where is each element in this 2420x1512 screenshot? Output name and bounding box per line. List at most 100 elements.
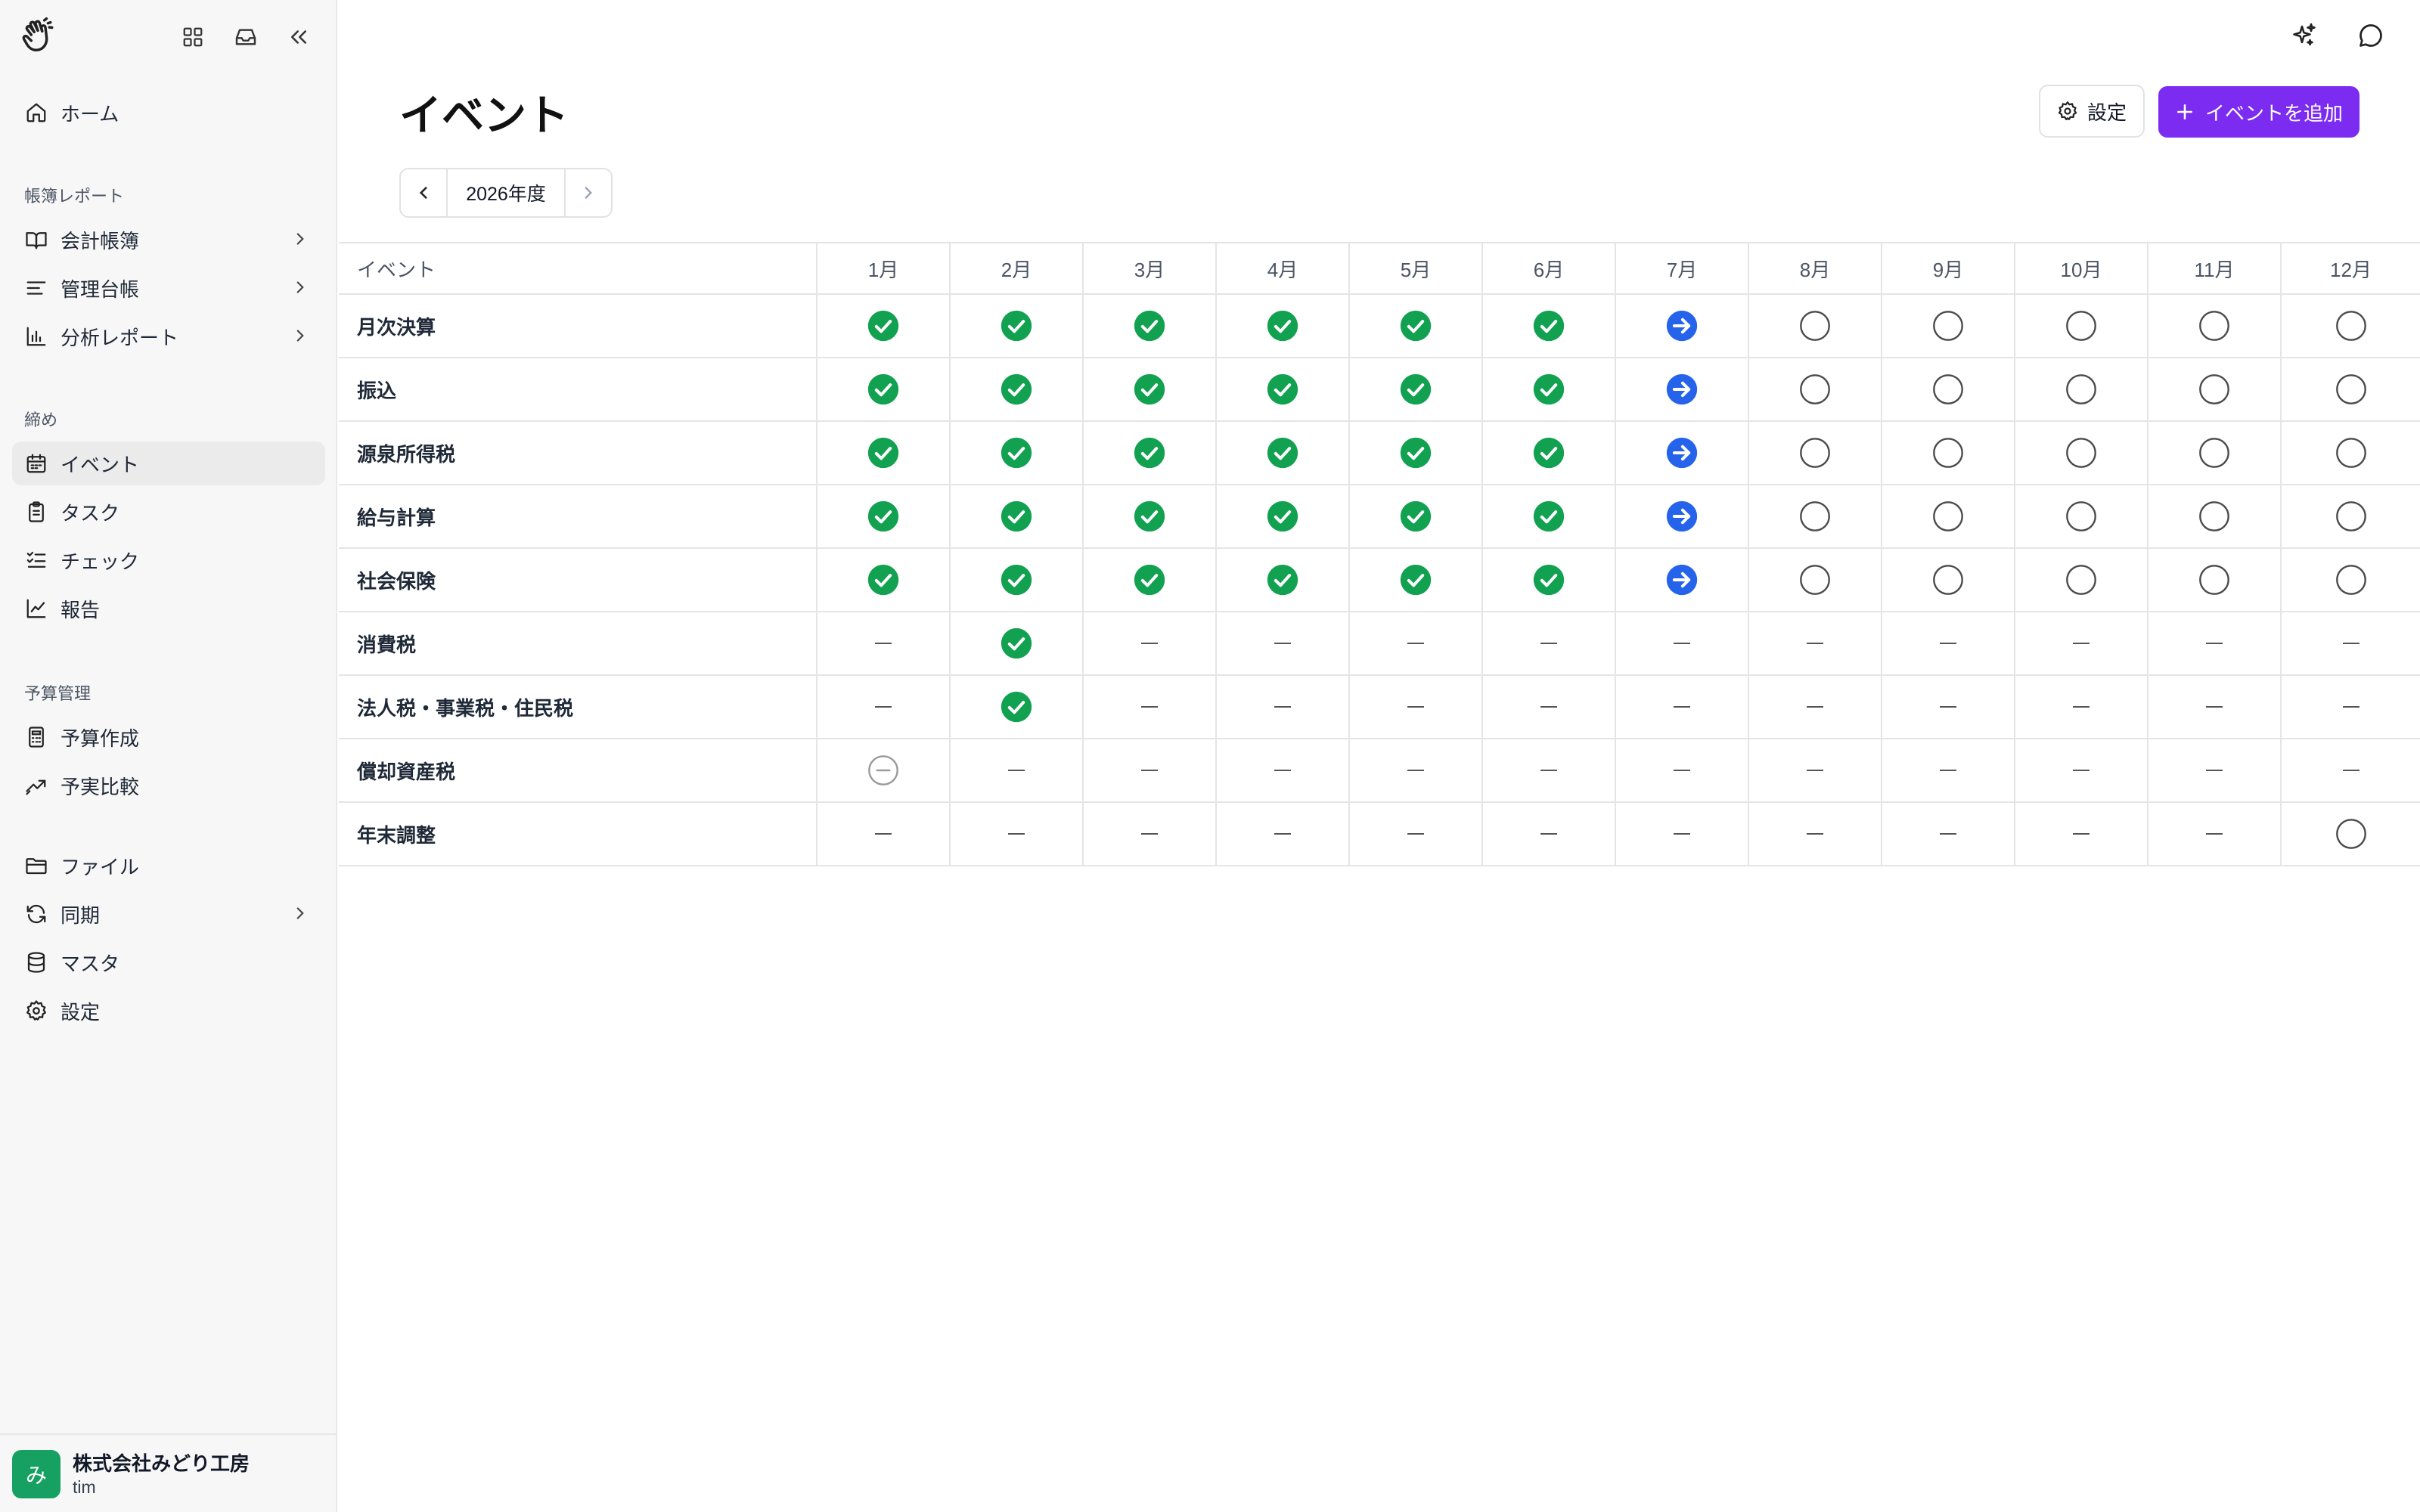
sidebar-item-budget-create[interactable]: 予算作成: [12, 715, 325, 759]
check-circle-icon[interactable]: [1266, 563, 1299, 596]
empty-circle-icon[interactable]: [1931, 373, 1965, 406]
status-cell[interactable]: [2147, 294, 2281, 358]
empty-circle-icon[interactable]: [1798, 436, 1832, 469]
sidebar-item-events[interactable]: イベント: [12, 442, 325, 485]
chat-bubble-icon[interactable]: [2352, 18, 2390, 53]
check-circle-icon[interactable]: [1000, 309, 1033, 342]
event-name[interactable]: 月次決算: [339, 294, 817, 358]
empty-circle-icon[interactable]: [1798, 500, 1832, 533]
sidebar-item-budget-compare[interactable]: 予実比較: [12, 764, 325, 807]
event-name[interactable]: 消費税: [339, 612, 817, 676]
status-cell[interactable]: [1748, 358, 1882, 422]
arrow-right-circle-icon[interactable]: [1665, 436, 1699, 469]
status-cell[interactable]: [816, 548, 950, 612]
status-cell[interactable]: [949, 548, 1083, 612]
empty-circle-icon[interactable]: [1931, 436, 1965, 469]
check-circle-icon[interactable]: [867, 309, 900, 342]
event-name[interactable]: 振込: [339, 358, 817, 422]
arrow-right-circle-icon[interactable]: [1665, 500, 1699, 533]
check-circle-icon[interactable]: [1266, 500, 1299, 533]
status-cell[interactable]: [1082, 421, 1216, 485]
sidebar-item-check[interactable]: チェック: [12, 538, 325, 582]
check-circle-icon[interactable]: [867, 500, 900, 533]
status-cell[interactable]: [2014, 548, 2148, 612]
org-switcher[interactable]: み 株式会社みどり工房 tim: [0, 1433, 336, 1512]
check-circle-icon[interactable]: [1532, 436, 1565, 469]
check-circle-icon[interactable]: [1000, 563, 1033, 596]
apps-grid-icon[interactable]: [174, 20, 212, 54]
status-cell[interactable]: [949, 421, 1083, 485]
status-cell[interactable]: [2280, 358, 2420, 422]
empty-circle-icon[interactable]: [2335, 373, 2368, 406]
status-cell[interactable]: [2014, 358, 2148, 422]
check-circle-icon[interactable]: [867, 436, 900, 469]
event-name[interactable]: 社会保険: [339, 548, 817, 612]
status-cell[interactable]: [816, 358, 950, 422]
status-cell[interactable]: [1881, 294, 2015, 358]
status-cell[interactable]: [1082, 358, 1216, 422]
sidebar-item-reports[interactable]: 報告: [12, 587, 325, 631]
sidebar-item-management-ledger[interactable]: 管理台帳: [12, 266, 325, 310]
status-cell[interactable]: [2280, 421, 2420, 485]
status-cell[interactable]: [1615, 358, 1748, 422]
empty-circle-icon[interactable]: [2198, 500, 2231, 533]
check-circle-icon[interactable]: [1399, 373, 1432, 406]
status-cell[interactable]: [816, 294, 950, 358]
event-name[interactable]: 法人税・事業税・住民税: [339, 675, 817, 739]
status-cell[interactable]: [2280, 802, 2420, 866]
status-cell[interactable]: [1481, 294, 1615, 358]
status-cell[interactable]: [1481, 358, 1615, 422]
empty-circle-icon[interactable]: [1798, 309, 1832, 342]
status-cell[interactable]: [1481, 548, 1615, 612]
status-cell[interactable]: [1082, 485, 1216, 549]
check-circle-icon[interactable]: [1266, 436, 1299, 469]
status-cell[interactable]: [2147, 358, 2281, 422]
sparkles-icon[interactable]: [2285, 18, 2323, 53]
table-row[interactable]: 月次決算: [339, 294, 2420, 358]
check-circle-icon[interactable]: [1133, 309, 1166, 342]
status-cell[interactable]: [1615, 548, 1748, 612]
minus-circle-icon[interactable]: [867, 754, 900, 787]
table-row[interactable]: 年末調整: [339, 802, 2420, 866]
status-cell[interactable]: [1748, 485, 1882, 549]
check-circle-icon[interactable]: [1532, 500, 1565, 533]
status-cell[interactable]: [1348, 421, 1482, 485]
status-cell[interactable]: [2014, 485, 2148, 549]
status-cell[interactable]: [1748, 548, 1882, 612]
event-name[interactable]: 年末調整: [339, 802, 817, 866]
sidebar-item-tasks[interactable]: タスク: [12, 490, 325, 534]
status-cell[interactable]: [949, 358, 1083, 422]
arrow-right-circle-icon[interactable]: [1665, 563, 1699, 596]
check-circle-icon[interactable]: [867, 373, 900, 406]
status-cell[interactable]: [2014, 421, 2148, 485]
check-circle-icon[interactable]: [1399, 309, 1432, 342]
status-cell[interactable]: [2280, 548, 2420, 612]
event-name[interactable]: 償却資産税: [339, 739, 817, 803]
check-circle-icon[interactable]: [1266, 309, 1299, 342]
check-circle-icon[interactable]: [1000, 436, 1033, 469]
check-circle-icon[interactable]: [1133, 373, 1166, 406]
empty-circle-icon[interactable]: [1931, 563, 1965, 596]
status-cell[interactable]: [2147, 548, 2281, 612]
table-row[interactable]: 源泉所得税: [339, 421, 2420, 485]
sidebar-item-home[interactable]: ホーム: [12, 91, 325, 135]
status-cell[interactable]: [1748, 294, 1882, 358]
check-circle-icon[interactable]: [1399, 563, 1432, 596]
status-cell[interactable]: [2147, 421, 2281, 485]
empty-circle-icon[interactable]: [2065, 563, 2098, 596]
check-circle-icon[interactable]: [1000, 690, 1033, 723]
status-cell[interactable]: [1481, 421, 1615, 485]
table-row[interactable]: 給与計算: [339, 485, 2420, 549]
status-cell[interactable]: [1748, 421, 1882, 485]
status-cell[interactable]: [1881, 421, 2015, 485]
status-cell[interactable]: [1348, 485, 1482, 549]
status-cell[interactable]: [1615, 485, 1748, 549]
empty-circle-icon[interactable]: [2335, 436, 2368, 469]
check-circle-icon[interactable]: [867, 563, 900, 596]
status-cell[interactable]: [2280, 485, 2420, 549]
status-cell[interactable]: [949, 675, 1083, 739]
empty-circle-icon[interactable]: [2335, 563, 2368, 596]
status-cell[interactable]: [1615, 421, 1748, 485]
status-cell[interactable]: [949, 294, 1083, 358]
status-cell[interactable]: [2147, 485, 2281, 549]
